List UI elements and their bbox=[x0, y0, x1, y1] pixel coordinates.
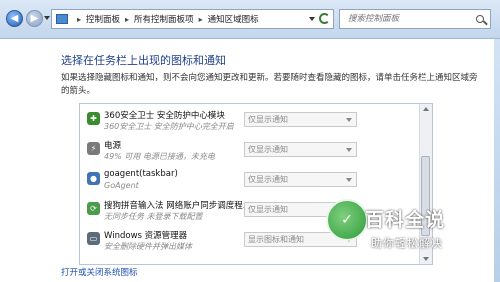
breadcrumb-separator: ▸ bbox=[77, 14, 82, 24]
list-item: ⚡ 电源 49% 可用 电源已接通，未充电 仅显示通知 bbox=[80, 136, 420, 166]
python-icon: ● bbox=[87, 172, 100, 185]
chevron-down-icon bbox=[346, 148, 352, 152]
behavior-value: 仅显示通知 bbox=[248, 145, 288, 154]
breadcrumb-all-items[interactable]: 所有控制面板项 bbox=[134, 13, 194, 25]
list-item: ✚ 360安全卫士 安全防护中心模块 360安全卫士 安全防护中心完全开启 仅显… bbox=[80, 106, 420, 136]
breadcrumb-separator: ▸ bbox=[125, 14, 130, 24]
item-name: 搜狗拼音输入法 网络账户同步调度程... bbox=[104, 201, 251, 211]
search-box[interactable] bbox=[339, 9, 491, 29]
item-name: 360安全卫士 安全防护中心模块 bbox=[104, 111, 225, 121]
window-border bbox=[494, 39, 500, 282]
control-panel-icon bbox=[56, 14, 68, 24]
sogou-sync-icon: ⟳ bbox=[87, 202, 100, 215]
shield-360-icon: ✚ bbox=[87, 112, 100, 125]
behavior-value: 仅显示通知 bbox=[248, 115, 288, 124]
breadcrumb-separator: ▸ bbox=[198, 14, 203, 24]
watermark: ✓ 百科全说 助你轻松解决 bbox=[326, 193, 484, 263]
search-icon[interactable] bbox=[476, 15, 484, 23]
search-input[interactable] bbox=[346, 13, 470, 25]
breadcrumb-control-panel[interactable]: 控制面板 bbox=[86, 13, 120, 25]
address-dropdown-icon[interactable] bbox=[309, 17, 315, 21]
page-title: 选择在任务栏上出现的图标和通知 bbox=[61, 54, 226, 67]
behavior-select[interactable]: 仅显示通知 bbox=[244, 172, 357, 187]
page-description: 如果选择隐藏图标和通知，则不会向您通知更改和更新。若要随时查看隐藏的图标，请单击… bbox=[61, 73, 478, 96]
breadcrumb-notification-icons[interactable]: 通知区域图标 bbox=[208, 13, 259, 25]
behavior-select[interactable]: 仅显示通知 bbox=[244, 112, 357, 127]
item-subtitle: 360安全卫士 安全防护中心完全开启 bbox=[104, 122, 234, 131]
usb-device-icon: ▭ bbox=[87, 232, 100, 245]
item-subtitle: 无同步任务 未登录下载配置 bbox=[104, 212, 203, 221]
item-name: 电源 bbox=[104, 141, 122, 151]
behavior-value: 仅显示通知 bbox=[248, 205, 288, 214]
forward-button[interactable]: ▶ bbox=[26, 10, 43, 27]
item-name: Windows 资源管理器 bbox=[104, 231, 188, 241]
watermark-title: 百科全说 bbox=[365, 209, 446, 231]
behavior-select[interactable]: 仅显示通知 bbox=[244, 142, 357, 157]
scroll-up-icon[interactable] bbox=[423, 107, 429, 111]
watermark-logo: ✓ bbox=[326, 199, 368, 241]
refresh-icon[interactable] bbox=[319, 13, 330, 24]
item-name: goagent(taskbar) bbox=[104, 169, 178, 179]
address-bar[interactable]: ▸ 控制面板 ▸ 所有控制面板项 ▸ 通知区域图标 bbox=[51, 9, 334, 29]
behavior-value: 仅显示通知 bbox=[248, 175, 288, 184]
window-toolbar: ◀ ▶ ▸ 控制面板 ▸ 所有控制面板项 ▸ 通知区域图标 bbox=[0, 0, 500, 39]
recent-pages-dropdown[interactable] bbox=[44, 16, 50, 20]
chevron-down-icon bbox=[346, 178, 352, 182]
back-button[interactable]: ◀ bbox=[6, 10, 23, 27]
behavior-value: 显示图标和通知 bbox=[248, 235, 304, 244]
item-subtitle: 49% 可用 电源已接通，未充电 bbox=[104, 152, 215, 161]
chevron-down-icon bbox=[346, 118, 352, 122]
watermark-subtitle: 助你轻松解决 bbox=[371, 237, 443, 250]
power-plug-icon: ⚡ bbox=[87, 142, 100, 155]
list-item: ● goagent(taskbar) GoAgent 仅显示通知 bbox=[80, 166, 420, 196]
toggle-system-icons-link[interactable]: 打开或关闭系统图标 bbox=[61, 266, 138, 278]
item-subtitle: GoAgent bbox=[104, 181, 139, 190]
item-subtitle: 安全删除硬件并弹出媒体 bbox=[104, 242, 192, 251]
